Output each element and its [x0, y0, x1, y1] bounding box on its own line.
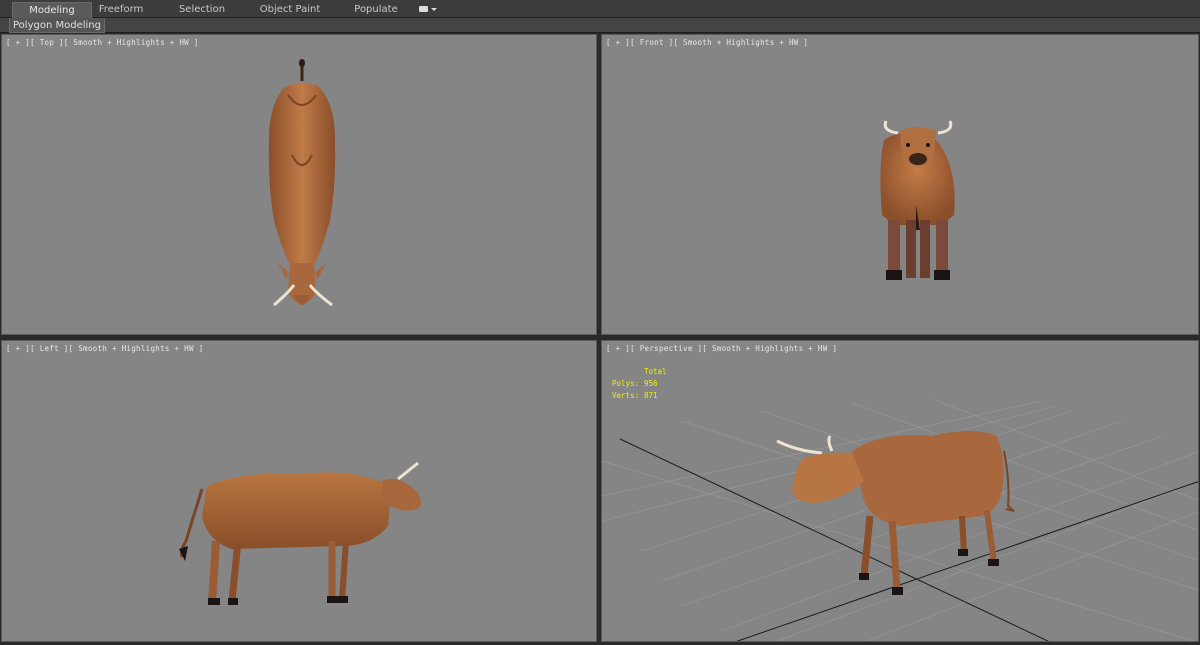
tab-selection[interactable]: Selection — [172, 2, 232, 18]
stats-header: Total — [644, 367, 667, 376]
camera-dropdown-icon[interactable] — [419, 3, 439, 15]
ribbon-subbar: Polygon Modeling — [0, 18, 1200, 33]
viewport-perspective[interactable]: [ + ][ Perspective ][ Smooth + Highlight… — [601, 340, 1199, 642]
verts-value: 871 — [644, 391, 658, 400]
tab-object-paint[interactable]: Object Paint — [252, 2, 328, 18]
cow-model-left — [179, 461, 421, 605]
polys-value: 956 — [644, 379, 658, 388]
stats-overlay: Total Polys: 956 Verts: 871 — [612, 366, 667, 402]
cow-model-front — [880, 120, 955, 280]
viewport-front[interactable]: [ + ][ Front ][ Smooth + Highlights + HW… — [601, 34, 1199, 335]
tab-modeling[interactable]: Modeling — [12, 2, 92, 18]
viewport-top[interactable]: [ + ][ Top ][ Smooth + Highlights + HW ] — [1, 34, 597, 335]
cow-model-top — [268, 59, 336, 307]
polys-label: Polys: — [612, 379, 640, 388]
viewport-left[interactable]: [ + ][ Left ][ Smooth + Highlights + HW … — [1, 340, 597, 642]
cow-model-perspective — [776, 431, 1015, 595]
ribbon-toolbar: Modeling Freeform Selection Object Paint… — [0, 0, 1200, 18]
viewport-label-perspective[interactable]: [ + ][ Perspective ][ Smooth + Highlight… — [606, 344, 837, 353]
tab-freeform[interactable]: Freeform — [92, 2, 150, 18]
tab-polygon-modeling[interactable]: Polygon Modeling — [9, 18, 105, 33]
tab-populate[interactable]: Populate — [346, 2, 406, 18]
perspective-grid — [602, 398, 1198, 641]
verts-label: Verts: — [612, 391, 640, 400]
